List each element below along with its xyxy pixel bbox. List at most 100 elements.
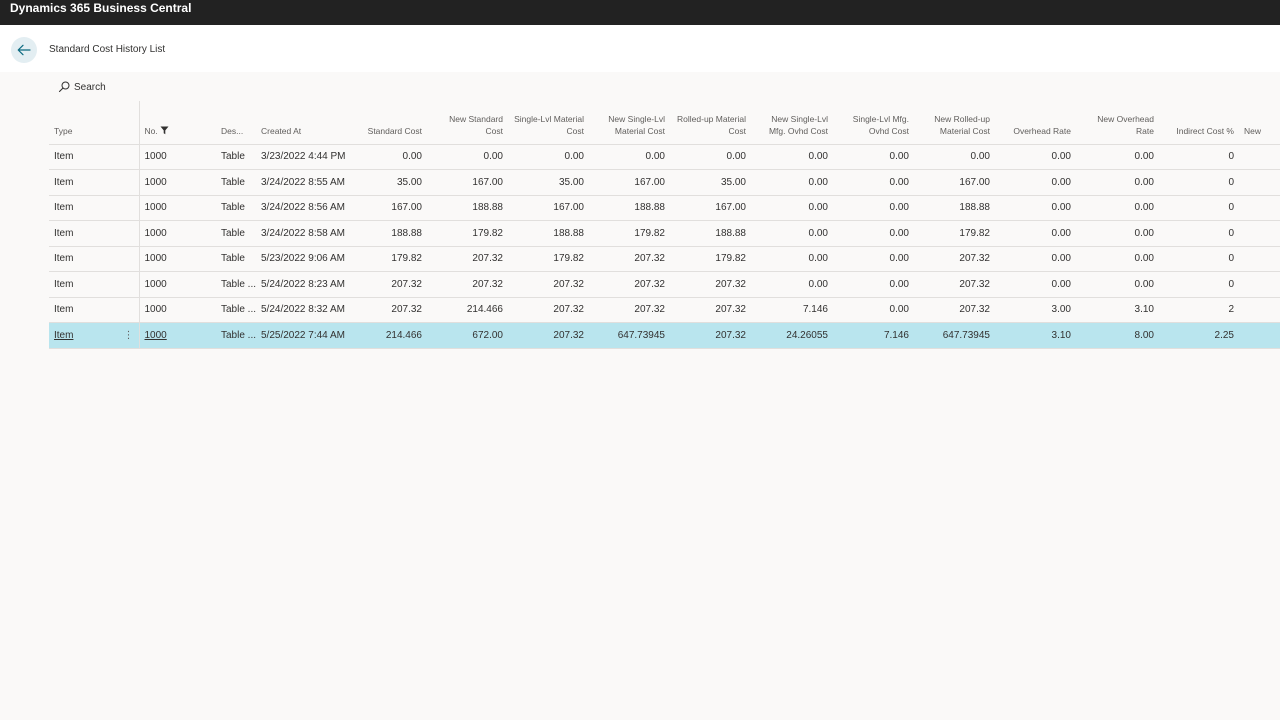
cell-overhead-rate: 3.10 [995,322,1076,349]
cell-type: Item [49,297,140,323]
cell-new-rolled-up-material-cost: 179.82 [914,220,995,247]
cell-new-single-lvl-mfg-ovhd-cost: 24.26055 [751,322,833,349]
column-header-new-standard-cost[interactable]: New Standard Cost [427,101,508,145]
cell-new-overhead-rate: 3.10 [1076,297,1159,323]
back-button[interactable] [11,37,37,63]
cell-single-lvl-material-cost: 35.00 [508,169,589,196]
search-button[interactable]: Search [58,80,106,94]
cell-new-rolled-up-material-cost: 207.32 [914,271,995,298]
cell-standard-cost: 0.00 [356,144,427,170]
table-row[interactable]: Item 1000 Table ... 5/24/2022 8:23 AM 207.32… [49,271,1280,298]
column-header-no[interactable]: No. [139,101,216,145]
cell-single-lvl-material-cost: 207.32 [508,271,589,298]
cell-single-lvl-material-cost: 207.32 [508,297,589,323]
cell-indirect-cost-pct: 0 [1159,246,1239,272]
cost-history-grid: Type No. Des... Created At Standard Cost… [49,101,1280,349]
cell-created-at: 5/23/2022 9:06 AM [256,246,356,272]
column-header-indirect-cost-pct[interactable]: Indirect Cost % [1159,101,1239,145]
cell-standard-cost: 167.00 [356,195,427,221]
column-header-new-rolled-up-material-cost[interactable]: New Rolled-up Material Cost [914,101,995,145]
cell-no: 1000 [139,220,216,247]
cell-created-at: 5/24/2022 8:23 AM [256,271,356,298]
cell-type-link[interactable]: Item [54,330,73,341]
cost-history-table: Type No. Des... Created At Standard Cost… [49,101,1280,349]
cell-standard-cost: 179.82 [356,246,427,272]
cell-created-at: 5/24/2022 8:32 AM [256,297,356,323]
column-header-new-single-lvl-material-cost[interactable]: New Single-Lvl Material Cost [589,101,670,145]
cell-description: Table ... [216,271,256,298]
column-header-description[interactable]: Des... [216,101,256,145]
cell-new-standard-cost: 207.32 [427,271,508,298]
cell-new-overhead-rate: 0.00 [1076,271,1159,298]
cell-indirect-cost-pct: 0 [1159,144,1239,170]
column-header-new-truncated[interactable]: New [1239,101,1280,145]
cell-type: Item [49,271,140,298]
cell-overhead-rate: 0.00 [995,195,1076,221]
column-header-single-lvl-mfg-ovhd-cost[interactable]: Single-Lvl Mfg. Ovhd Cost [833,101,914,145]
cell-type: Item [49,169,140,196]
cell-standard-cost: 188.88 [356,220,427,247]
cell-created-at: 3/24/2022 8:55 AM [256,169,356,196]
column-header-rolled-up-material-cost[interactable]: Rolled-up Material Cost [670,101,751,145]
cell-created-at: 3/24/2022 8:58 AM [256,220,356,247]
table-row[interactable]: Item 1000 Table 3/24/2022 8:58 AM 188.88 179.… [49,220,1280,247]
column-header-no-label: No. [144,125,158,136]
cell-indirect-cost-pct: 0 [1159,220,1239,247]
cell-new-single-lvl-material-cost: 647.73945 [589,322,670,349]
column-header-created-at[interactable]: Created At [256,101,356,145]
cell-new-overhead-rate: 0.00 [1076,195,1159,221]
cell-single-lvl-mfg-ovhd-cost: 0.00 [833,246,914,272]
cell-description: Table [216,195,256,221]
cell-rolled-up-material-cost: 188.88 [670,220,751,247]
column-header-standard-cost[interactable]: Standard Cost [356,101,427,145]
cell-new-single-lvl-mfg-ovhd-cost: 0.00 [751,195,833,221]
cell-description: Table [216,144,256,170]
cell-rolled-up-material-cost: 207.32 [670,322,751,349]
cell-standard-cost: 214.466 [356,322,427,349]
column-header-new-single-lvl-mfg-ovhd-cost[interactable]: New Single-Lvl Mfg. Ovhd Cost [751,101,833,145]
cell-new-single-lvl-mfg-ovhd-cost: 0.00 [751,144,833,170]
table-row[interactable]: Item 1000 Table 5/23/2022 9:06 AM 179.82 207.… [49,246,1280,272]
cell-new-rolled-up-material-cost: 167.00 [914,169,995,196]
cell-new-single-lvl-material-cost: 0.00 [589,144,670,170]
cell-overhead-rate: 0.00 [995,169,1076,196]
table-row[interactable]: Item 1000 Table 3/24/2022 8:55 AM 35.00 167.0… [49,169,1280,196]
cell-no[interactable]: 1000 [139,322,216,349]
cell-new-rolled-up-material-cost: 207.32 [914,246,995,272]
cell-single-lvl-material-cost: 0.00 [508,144,589,170]
search-label: Search [74,81,106,93]
cell-single-lvl-material-cost: 167.00 [508,195,589,221]
column-header-single-lvl-material-cost[interactable]: Single-Lvl Material Cost [508,101,589,145]
cell-new-standard-cost: 188.88 [427,195,508,221]
cell-new-truncated [1239,169,1280,196]
cell-new-single-lvl-material-cost: 188.88 [589,195,670,221]
top-bar: Dynamics 365 Business Central [0,0,1280,25]
cell-new-single-lvl-material-cost: 207.32 [589,271,670,298]
column-header-type[interactable]: Type [49,101,140,145]
cell-new-single-lvl-mfg-ovhd-cost: 7.146 [751,297,833,323]
cell-indirect-cost-pct: 2 [1159,297,1239,323]
cell-no: 1000 [139,271,216,298]
cell-new-truncated [1239,220,1280,247]
cell-indirect-cost-pct: 0 [1159,169,1239,196]
cell-indirect-cost-pct: 2.25 [1159,322,1239,349]
cell-description: Table ... [216,322,256,349]
cell-overhead-rate: 0.00 [995,144,1076,170]
cell-new-standard-cost: 214.466 [427,297,508,323]
table-row[interactable]: Item 1000 Table 3/24/2022 8:56 AM 167.00 188.… [49,195,1280,221]
cell-created-at: 3/23/2022 4:44 PM [256,144,356,170]
table-row[interactable]: Item ⋮ 1000 Table ... 5/25/2022 7:44 AM 214.4… [49,322,1280,349]
cell-single-lvl-mfg-ovhd-cost: 7.146 [833,322,914,349]
column-header-overhead-rate[interactable]: Overhead Rate [995,101,1076,145]
cell-rolled-up-material-cost: 0.00 [670,144,751,170]
cell-type[interactable]: Item ⋮ [49,322,140,349]
column-header-new-overhead-rate[interactable]: New Overhead Rate [1076,101,1159,145]
search-icon [58,81,70,93]
cell-single-lvl-mfg-ovhd-cost: 0.00 [833,271,914,298]
cell-new-single-lvl-mfg-ovhd-cost: 0.00 [751,220,833,247]
cell-overhead-rate: 0.00 [995,271,1076,298]
table-row[interactable]: Item 1000 Table ... 5/24/2022 8:32 AM 207.32… [49,297,1280,323]
more-vertical-icon[interactable]: ⋮ [124,330,134,341]
cell-new-overhead-rate: 0.00 [1076,144,1159,170]
table-row[interactable]: Item 1000 Table 3/23/2022 4:44 PM 0.00 0.00 0.… [49,144,1280,170]
